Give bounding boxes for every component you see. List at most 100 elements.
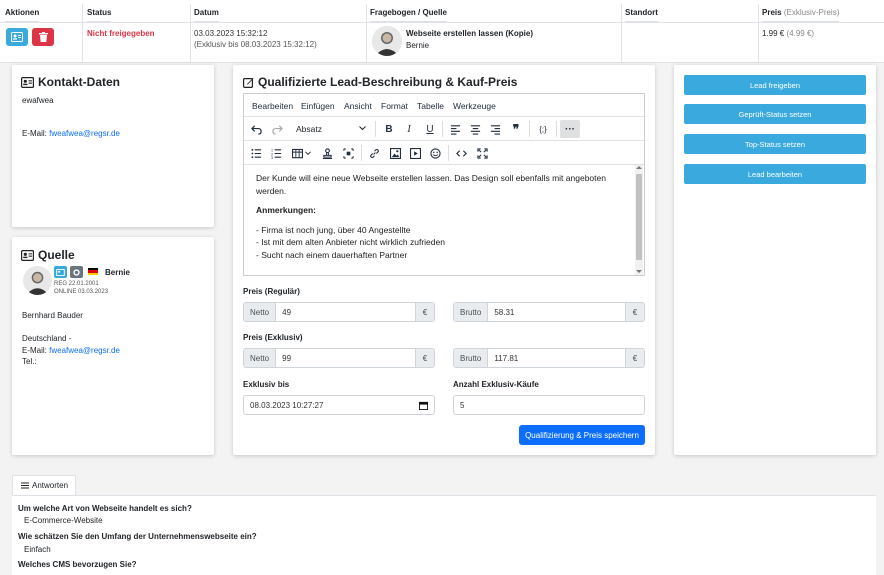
preis-exklusiv-label: Preis (Exklusiv) [243,333,303,342]
anzahl-input[interactable]: 5 [453,395,645,415]
source-user-avatar [23,266,52,295]
undo-icon[interactable] [247,120,265,138]
chevron-down-icon [359,126,366,131]
media-icon[interactable] [406,144,424,162]
id-card-icon [21,249,34,261]
col-divider [758,4,759,62]
source-card: Quelle Bernie REG 22.01.2001 ONLINE 03.0… [12,237,214,455]
toolbar-divider [556,121,557,137]
source-username-link[interactable]: Bernie [105,268,130,277]
source-card-title: Quelle [21,248,75,262]
editor-content[interactable]: Der Kunde will eine neue Webseite erstel… [256,172,634,261]
italic-icon[interactable]: I [400,120,418,138]
set-top-status-button[interactable]: Top-Status setzen [684,134,866,154]
header-standort: Standort [625,0,658,22]
template-icon[interactable] [339,144,357,162]
source-profile-button[interactable] [54,266,67,278]
menu-format[interactable]: Format [381,101,408,111]
euro-addon: € [415,303,434,321]
table-icon[interactable] [288,144,314,162]
col-divider [366,4,367,62]
save-qualification-button[interactable]: Qualifizierung & Preis speichern [519,425,645,445]
lead-price: 1.99 € (4.99 €) [762,29,815,38]
block-format-select[interactable]: Absatz [292,119,370,138]
answer-text: E-Commerce-Website [24,516,103,525]
release-lead-button[interactable]: Lead freigeben [684,75,866,95]
person-photo-icon [23,266,52,295]
source-code-icon[interactable] [452,144,470,162]
content-list-item: - Sucht nach einem dauerhaften Partner [256,249,408,260]
header-divider [0,22,884,23]
bold-icon[interactable]: B [380,120,398,138]
source-email-link[interactable]: fweafwea@regsr.de [49,346,120,355]
stamp-icon[interactable] [318,144,336,162]
answers-panel: Um welche Art von Webseite handelt es si… [12,495,876,575]
emoji-icon[interactable] [426,144,444,162]
bullet-list-icon[interactable] [247,144,265,162]
editor-menubar: Bearbeiten Einfügen Ansicht Format Tabel… [244,94,644,117]
calendar-icon[interactable] [419,401,428,410]
scrollbar-thumb[interactable] [636,174,642,260]
blockquote-icon[interactable]: ❞ [507,120,525,138]
align-center-icon[interactable] [466,120,484,138]
col-divider [82,4,83,62]
exklusiv-netto-group: Netto 99 € [243,348,435,368]
preis-regular-label: Preis (Regulär) [243,287,300,296]
exklusiv-netto-input[interactable]: 99 [276,349,415,367]
source-avatar [372,26,402,56]
edit-lead-button[interactable]: Lead bearbeiten [684,164,866,184]
source-name-link[interactable]: Bernie [406,41,429,50]
delete-lead-button[interactable] [32,28,54,46]
scroll-down-arrow[interactable] [636,270,642,273]
numbered-list-icon[interactable]: 123 [267,144,285,162]
answers-section: Antworten Um welche Art von Webseite han… [12,475,876,575]
answer-text: Einfach [24,545,51,554]
euro-addon: € [625,349,644,367]
euro-addon: € [415,349,434,367]
header-aktionen: Aktionen [5,0,40,22]
toolbar-divider [442,121,443,137]
image-icon[interactable] [386,144,404,162]
align-right-icon[interactable] [486,120,504,138]
list-icon [21,482,29,489]
redo-icon[interactable] [268,120,286,138]
netto-addon: Netto [244,303,277,321]
menu-tabelle[interactable]: Tabelle [417,101,444,111]
header-status: Status [87,0,112,22]
underline-icon[interactable]: U [421,120,439,138]
status-badge: Nicht freigegeben [87,29,155,38]
more-options-icon[interactable]: ··· [560,120,580,138]
source-tel: Tel.: [22,357,37,366]
tab-antworten[interactable]: Antworten [12,475,76,495]
scroll-up-arrow[interactable] [636,166,642,169]
lead-date-exclusive: (Exklusiv bis 08.03.2023 15:32:12) [194,40,317,49]
col-divider [190,4,191,62]
source-full-name: Bernhard Bauder [22,311,83,320]
lead-date: 03.03.2023 15:32:12 [194,29,268,38]
lead-card-title: Qualifizierte Lead-Beschreibung & Kauf-P… [243,75,517,89]
regular-brutto-input[interactable]: 58.31 [488,303,625,321]
fullscreen-icon[interactable] [473,144,491,162]
exklusiv-brutto-input[interactable]: 117.81 [488,349,625,367]
code-sample-icon[interactable]: {;} [534,120,552,138]
content-heading: Anmerkungen: [256,205,316,215]
menu-ansicht[interactable]: Ansicht [344,101,372,111]
col-divider [621,4,622,62]
menu-einfuegen[interactable]: Einfügen [301,101,335,111]
edit-square-icon [243,77,254,88]
align-left-icon[interactable] [446,120,464,138]
view-lead-button[interactable] [6,28,28,46]
set-checked-status-button[interactable]: Geprüft-Status setzen [684,104,866,124]
id-card-icon [56,268,65,276]
exklusiv-bis-input[interactable]: 08.03.2023 10:27:27 [243,395,435,415]
link-icon[interactable] [365,144,383,162]
id-card-icon [11,32,23,42]
regular-netto-input[interactable]: 49 [276,303,415,321]
source-settings-button[interactable] [70,266,83,278]
menu-bearbeiten[interactable]: Bearbeiten [252,101,293,111]
editor-scrollbar[interactable] [635,165,643,275]
contact-email-link[interactable]: fweafwea@regsr.de [49,129,120,138]
exklusiv-bis-label: Exklusiv bis [243,380,290,389]
menu-werkzeuge[interactable]: Werkzeuge [453,101,496,111]
rich-text-editor[interactable]: Bearbeiten Einfügen Ansicht Format Tabel… [243,93,645,276]
